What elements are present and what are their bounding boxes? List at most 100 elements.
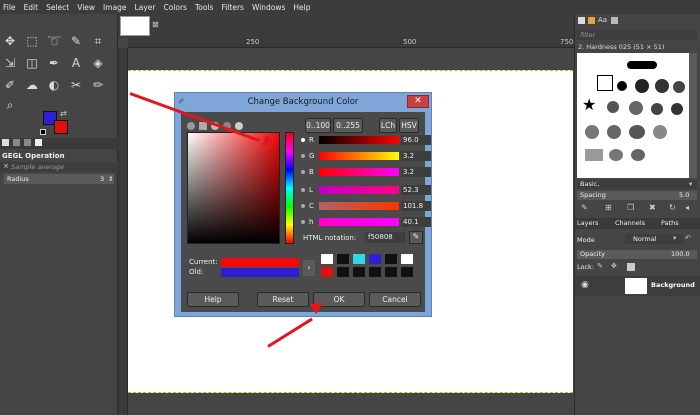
brush-star-icon[interactable]: ★ <box>582 95 596 114</box>
dodge-tool-icon[interactable]: ◐ <box>47 78 61 92</box>
value-g[interactable]: 3.2 <box>401 151 431 161</box>
brush-item[interactable] <box>585 149 603 161</box>
patterns-tab-icon[interactable] <box>588 17 595 24</box>
menu-file[interactable]: File <box>3 3 16 12</box>
watercolor-selector-icon[interactable] <box>235 122 243 130</box>
slider-r[interactable] <box>319 136 399 144</box>
layer-mode-select[interactable]: Normal ▾ <box>625 234 683 244</box>
operation-search-field[interactable]: × Sample average <box>0 162 118 172</box>
swap-colors-icon[interactable]: ⇄ <box>60 109 67 118</box>
smudge-tool-icon[interactable]: ☁ <box>25 78 39 92</box>
menu-view[interactable]: View <box>77 3 95 12</box>
new-brush-icon[interactable]: ⊞ <box>605 203 612 212</box>
warp-tool-icon[interactable]: ◫ <box>25 56 39 70</box>
layer-name[interactable]: Background <box>651 281 695 289</box>
value-c[interactable]: 101.8 <box>401 201 431 211</box>
transform-tool-icon[interactable]: ⇲ <box>3 56 17 70</box>
radio-r-icon[interactable] <box>301 138 305 142</box>
duplicate-brush-icon[interactable]: ❐ <box>627 203 634 212</box>
opacity-slider[interactable]: Opacity 100.0 <box>577 250 697 259</box>
radio-g-icon[interactable] <box>301 154 305 158</box>
history-swatch[interactable] <box>401 267 413 277</box>
move-tool-icon[interactable]: ✥ <box>3 34 17 48</box>
history-swatch[interactable] <box>321 267 333 277</box>
cancel-button[interactable]: Cancel <box>369 292 421 307</box>
paintbrush-tool-icon[interactable]: ✐ <box>3 78 17 92</box>
zoom-tool-icon[interactable]: ⌕ <box>3 98 17 112</box>
brush-menu-icon[interactable]: ◂ <box>685 203 689 212</box>
brush-item[interactable] <box>635 79 649 93</box>
history-swatch[interactable] <box>369 267 381 277</box>
undo-history-tab-icon[interactable] <box>24 139 31 146</box>
history-swatch[interactable] <box>401 254 413 264</box>
menu-colors[interactable]: Colors <box>163 3 187 12</box>
spacing-slider[interactable]: Spacing 5.0 <box>577 191 697 200</box>
image-tab-thumbnail[interactable] <box>120 16 150 36</box>
html-notation-input[interactable]: f50808 <box>365 232 405 243</box>
clear-icon[interactable]: × <box>3 162 9 170</box>
menu-layer[interactable]: Layer <box>135 3 156 12</box>
radio-l-icon[interactable] <box>301 188 305 192</box>
reset-button[interactable]: Reset <box>257 292 309 307</box>
radio-h-icon[interactable] <box>301 220 305 224</box>
tab-paths[interactable]: Paths <box>661 219 679 227</box>
add-to-history-arrow-icon[interactable]: › <box>303 260 315 276</box>
value-l[interactable]: 52.3 <box>401 185 431 195</box>
hsv-button[interactable]: HSV <box>399 118 419 133</box>
range-0-100-button[interactable]: 0..100 <box>305 118 331 133</box>
rect-select-tool-icon[interactable]: ⬚ <box>25 34 39 48</box>
background-color-swatch[interactable] <box>54 120 68 134</box>
brush-scrollbar[interactable] <box>689 53 697 178</box>
history-swatch[interactable] <box>385 254 397 264</box>
delete-brush-icon[interactable]: ✖ <box>649 203 656 212</box>
lasso-tool-icon[interactable]: ➰ <box>47 34 62 48</box>
menu-filters[interactable]: Filters <box>221 3 243 12</box>
tab-layers[interactable]: Layers <box>577 219 599 227</box>
brush-grid[interactable]: ★ <box>577 53 689 178</box>
reset-colors-icon[interactable] <box>40 129 46 135</box>
tab-channels[interactable]: Channels <box>615 219 645 227</box>
history-swatch[interactable] <box>321 254 333 264</box>
menu-help[interactable]: Help <box>293 3 310 12</box>
menu-select[interactable]: Select <box>46 3 69 12</box>
fonts-tab-icon[interactable]: Aa <box>598 16 607 24</box>
radio-b-icon[interactable] <box>301 170 305 174</box>
brush-item[interactable] <box>609 149 623 161</box>
menu-tools[interactable]: Tools <box>195 3 213 12</box>
value-h[interactable]: 40.1 <box>401 217 431 227</box>
value-r[interactable]: 96.0 <box>401 135 431 145</box>
layer-row[interactable]: ◉ Background <box>575 276 700 296</box>
brush-item[interactable] <box>607 101 619 113</box>
menu-edit[interactable]: Edit <box>24 3 39 12</box>
dialog-close-button[interactable]: ✕ <box>407 95 429 108</box>
bucket-fill-tool-icon[interactable]: ◈ <box>91 56 105 70</box>
gradients-tab-icon[interactable] <box>611 17 618 24</box>
lock-position-icon[interactable]: ✥ <box>611 262 617 270</box>
brush-set-select[interactable]: Basic, ▾ <box>577 180 697 189</box>
brush-item[interactable] <box>627 61 657 69</box>
close-tab-icon[interactable]: ⊠ <box>152 20 159 29</box>
menu-image[interactable]: Image <box>103 3 127 12</box>
lch-button[interactable]: LCh <box>379 118 397 133</box>
fuzzy-select-tool-icon[interactable]: ✎ <box>69 34 83 48</box>
brush-item[interactable] <box>673 81 685 93</box>
brush-item[interactable] <box>651 103 663 115</box>
device-status-tab-icon[interactable] <box>13 139 20 146</box>
clone-tool-icon[interactable]: ✂ <box>69 78 83 92</box>
brush-item[interactable] <box>631 149 645 161</box>
radio-c-icon[interactable] <box>301 204 305 208</box>
refresh-brushes-icon[interactable]: ↻ <box>669 203 676 212</box>
brush-item[interactable] <box>629 125 645 139</box>
menu-windows[interactable]: Windows <box>252 3 285 12</box>
hue-strip[interactable] <box>285 132 294 244</box>
lock-alpha-icon[interactable] <box>627 263 635 271</box>
cmyk-selector-icon[interactable] <box>199 122 207 130</box>
history-swatch[interactable] <box>337 254 349 264</box>
brush-item[interactable] <box>607 125 621 139</box>
brush-filter-input[interactable]: filter <box>577 30 697 40</box>
brush-item[interactable] <box>629 101 643 115</box>
edit-brush-icon[interactable]: ✎ <box>581 203 588 212</box>
color-square[interactable] <box>187 132 280 244</box>
crop-tool-icon[interactable]: ⌗ <box>91 34 105 48</box>
brush-selected[interactable] <box>597 75 613 91</box>
